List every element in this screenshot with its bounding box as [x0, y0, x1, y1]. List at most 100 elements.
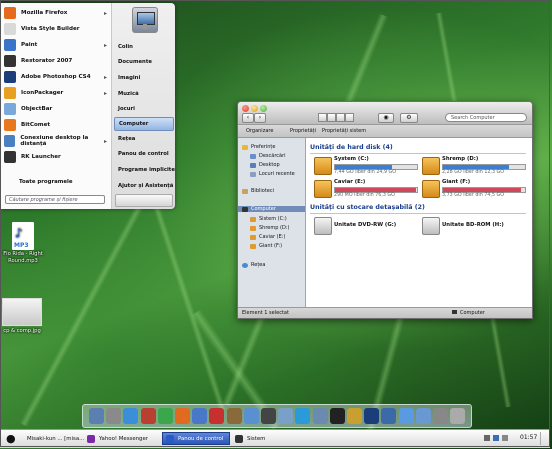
- mail-icon[interactable]: [243, 408, 259, 424]
- drive-icon: [250, 243, 256, 249]
- safari-icon[interactable]: [123, 408, 139, 424]
- program-item[interactable]: RK Launcher: [1, 149, 111, 165]
- sidebar-item-downloads[interactable]: Descărcări: [250, 153, 286, 159]
- scissors-icon[interactable]: [140, 408, 156, 424]
- camera-icon[interactable]: [278, 408, 294, 424]
- ical-icon[interactable]: [209, 408, 225, 424]
- itunes-icon[interactable]: [192, 408, 208, 424]
- program-item[interactable]: Mozilla Firefox ▸: [1, 5, 111, 21]
- places-item[interactable]: Muzică: [112, 86, 175, 102]
- program-item[interactable]: ObjectBar: [1, 101, 111, 117]
- sidebar-item-drive-c[interactable]: Sistem (C:): [250, 216, 287, 222]
- tray-power-icon[interactable]: [502, 435, 508, 441]
- stack-icon[interactable]: [433, 408, 448, 424]
- firefox-icon[interactable]: [175, 408, 190, 424]
- sidebar-item-drive-f[interactable]: Giant (F:): [250, 243, 282, 249]
- program-item[interactable]: Vista Style Builder: [1, 21, 111, 37]
- photoshop-icon[interactable]: [364, 408, 380, 424]
- mp3-file-icon: ♪ MP3: [12, 222, 34, 250]
- column-view-button[interactable]: [336, 113, 345, 122]
- apple-start-button[interactable]: ●: [6, 432, 16, 445]
- properties-button[interactable]: Proprietăți: [290, 128, 316, 134]
- hard-disks-header[interactable]: Unități de hard disk (4): [310, 144, 393, 151]
- sidebar-item-desktop[interactable]: Desktop: [250, 162, 280, 168]
- list-view-button[interactable]: [327, 113, 336, 122]
- addressbook-icon[interactable]: [226, 408, 242, 424]
- places-item[interactable]: Documente: [112, 55, 175, 71]
- sidebar-computer[interactable]: Computer: [238, 206, 305, 212]
- dictionary-icon[interactable]: [261, 408, 276, 424]
- program-item[interactable]: IconPackager ▸: [1, 85, 111, 101]
- messenger-icon[interactable]: [157, 408, 173, 424]
- submenu-arrow-icon: ▸: [103, 41, 107, 49]
- hard-drive-item[interactable]: Caviar (E:) 290 MO liber din 76,3 GO: [314, 179, 418, 201]
- hard-drive-item[interactable]: Shremp (D:) 2,28 GO liber din 12,3 GO: [422, 156, 526, 178]
- finder-icon[interactable]: [89, 408, 104, 424]
- places-item[interactable]: Imagini: [112, 70, 175, 86]
- quicklook-button[interactable]: ◉: [378, 113, 394, 123]
- shutdown-button[interactable]: [115, 194, 173, 207]
- terminal-icon[interactable]: [329, 408, 345, 424]
- network-icon[interactable]: [381, 408, 397, 424]
- preview-icon[interactable]: [312, 408, 328, 424]
- minimize-button[interactable]: [251, 105, 258, 112]
- folder-icon[interactable]: [415, 408, 431, 424]
- program-item[interactable]: BitComet: [1, 117, 111, 133]
- trash-icon[interactable]: [450, 408, 466, 424]
- sidebar-item-recent[interactable]: Locuri recente: [250, 171, 295, 177]
- tray-volume-icon[interactable]: [484, 435, 490, 441]
- clock[interactable]: 01:57: [520, 434, 537, 441]
- places-item[interactable]: Colin: [112, 39, 175, 55]
- program-label: BitComet: [21, 122, 51, 128]
- taskbar-item-control-panel[interactable]: Panou de control: [162, 432, 230, 445]
- content-pane: Unități de hard disk (4) System (C:) 7,44…: [306, 138, 532, 307]
- system-properties-button[interactable]: Proprietăți sistem: [322, 128, 366, 134]
- skype-icon[interactable]: [295, 408, 311, 424]
- desktop-icon-mp3[interactable]: ♪ MP3 Flo Rida - Right Round.mp3: [2, 222, 44, 265]
- font-icon[interactable]: [347, 408, 362, 424]
- activity-icon[interactable]: [106, 408, 122, 424]
- window-titlebar[interactable]: ‹ › ◉ ⚙ Search Computer: [238, 102, 532, 125]
- bd-drive-icon: [422, 217, 440, 235]
- program-item[interactable]: Restorator 2007: [1, 53, 111, 69]
- builder-icon: [4, 23, 16, 35]
- places-item[interactable]: Ajutor și Asistență: [112, 178, 175, 194]
- back-button[interactable]: ‹: [242, 113, 254, 123]
- sidebar-item-drive-e[interactable]: Caviar (E:): [250, 234, 285, 240]
- taskbar-item-yahoo-messenger[interactable]: Yahoo! Messenger: [84, 432, 156, 445]
- icon-view-button[interactable]: [318, 113, 327, 122]
- places-item[interactable]: Computer: [114, 116, 174, 131]
- hard-drive-item[interactable]: Giant (F:) 3,73 GO liber din 74,5 GO: [422, 179, 526, 201]
- show-desktop-button[interactable]: [540, 432, 547, 445]
- removable-drive-h[interactable]: Unitate BD-ROM (H:): [422, 216, 526, 238]
- all-programs-link[interactable]: Toate programele: [19, 179, 73, 185]
- action-gear-button[interactable]: ⚙: [400, 113, 418, 123]
- sidebar-item-drive-d[interactable]: Shremp (D:): [250, 225, 289, 231]
- sidebar-favorites[interactable]: Preferințe: [242, 144, 275, 150]
- coverflow-view-button[interactable]: [345, 113, 354, 122]
- removable-header[interactable]: Unități cu stocare detașabilă (2): [310, 204, 425, 211]
- taskbar-item-system[interactable]: Sistem: [232, 432, 294, 445]
- places-item[interactable]: Panou de control: [112, 147, 175, 163]
- places-item[interactable]: Rețea: [112, 131, 175, 147]
- start-search-input[interactable]: Căutare programe și fișiere: [5, 195, 105, 204]
- places-item[interactable]: Jocuri: [112, 101, 175, 117]
- hard-drive-item[interactable]: System (C:) 7,44 GO liber din 24,9 GO: [314, 156, 418, 178]
- removable-drive-g[interactable]: Unitate DVD-RW (G:): [314, 216, 418, 238]
- tray-network-icon[interactable]: [493, 435, 499, 441]
- close-button[interactable]: [242, 105, 249, 112]
- downloads-icon[interactable]: [398, 408, 414, 424]
- search-input[interactable]: Search Computer: [445, 113, 527, 122]
- organize-menu[interactable]: Organizare: [246, 128, 273, 134]
- places-item[interactable]: Programe implicite: [112, 162, 175, 178]
- drive-usage-fill: [335, 188, 417, 192]
- forward-button[interactable]: ›: [254, 113, 266, 123]
- sidebar-libraries[interactable]: Biblioteci: [242, 188, 274, 194]
- program-item[interactable]: Paint ▸: [1, 37, 111, 53]
- zoom-button[interactable]: [260, 105, 267, 112]
- program-item[interactable]: Adobe Photoshop CS4 ▸: [1, 69, 111, 85]
- desktop-icon-jpg[interactable]: cp & comp.jpg: [0, 298, 44, 334]
- program-item[interactable]: Conexiune desktop la distanță ▸: [1, 133, 111, 149]
- taskbar-item-misaki[interactable]: Misaki-kun ... [misa...: [20, 432, 84, 445]
- sidebar-network[interactable]: Rețea: [242, 262, 265, 268]
